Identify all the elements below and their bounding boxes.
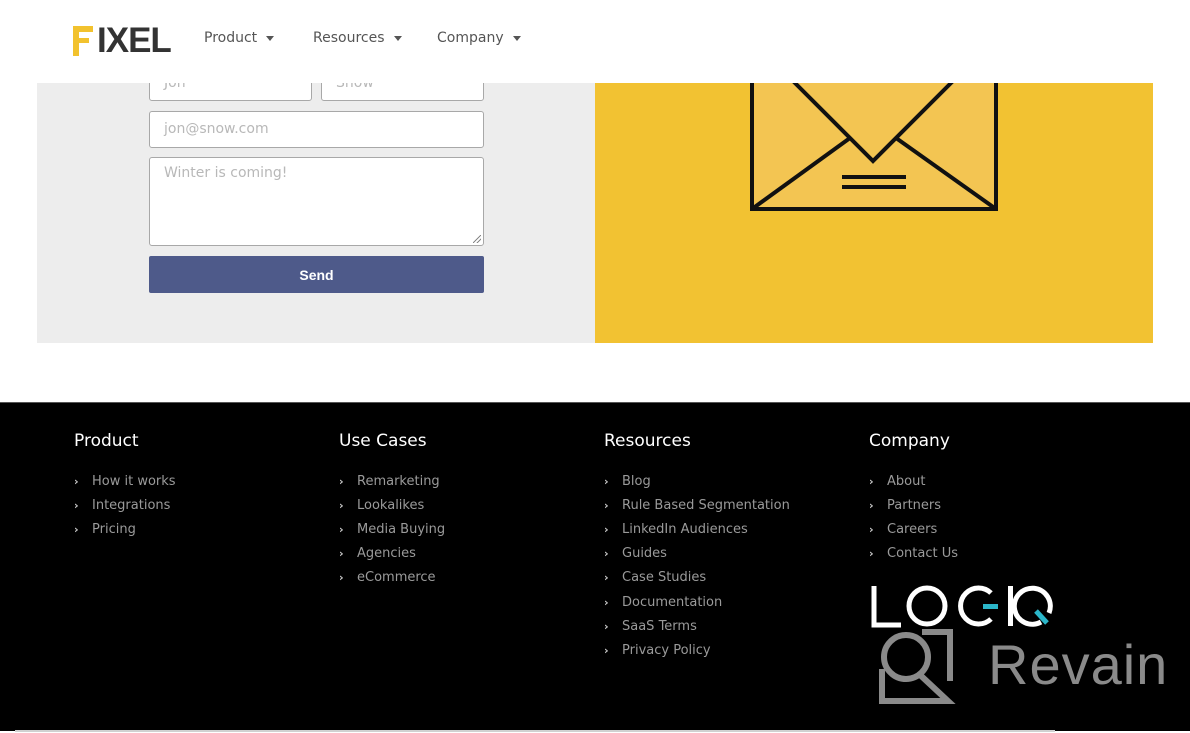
chevron-right-icon: › (604, 643, 609, 657)
logiq-logo[interactable] (871, 583, 1056, 631)
footer-link[interactable]: › Documentation (604, 590, 790, 614)
footer-link-label: Blog (622, 473, 651, 489)
footer-col-product: Product › How it works › Integrations › Pri… (74, 431, 176, 542)
caret-down-icon (512, 35, 521, 41)
email-input[interactable]: jon@snow.com (149, 111, 484, 148)
chevron-right-icon: › (339, 522, 344, 536)
footer-link-label: Lookalikes (357, 497, 425, 513)
chevron-right-icon: › (869, 498, 874, 512)
footer-link-label: Remarketing (357, 473, 440, 489)
envelope-icon (750, 73, 998, 211)
nav-resources[interactable]: Resources (313, 30, 402, 46)
revain-watermark: Revain (988, 633, 1169, 696)
footer-link-label: Agencies (357, 546, 416, 562)
chevron-right-icon: › (604, 522, 609, 536)
footer-link[interactable]: › Guides (604, 542, 790, 566)
footer-link[interactable]: › SaaS Terms (604, 614, 790, 638)
chevron-right-icon: › (339, 547, 344, 561)
contact-illustration (595, 73, 1153, 343)
footer-col-title: Resources (604, 431, 691, 451)
nav-product-label: Product (204, 30, 258, 46)
chevron-right-icon: › (869, 474, 874, 488)
footer-link-label: Pricing (92, 521, 136, 537)
footer-link[interactable]: › About (869, 469, 958, 493)
footer-link[interactable]: › Agencies (339, 542, 445, 566)
chevron-right-icon: › (604, 571, 609, 585)
footer-link-label: Contact Us (887, 546, 958, 562)
message-placeholder: Winter is coming! (164, 165, 288, 181)
footer-link[interactable]: › Remarketing (339, 469, 445, 493)
footer-link-label: Media Buying (357, 521, 446, 537)
logo-text: IXEL (97, 21, 172, 60)
fixel-logo[interactable]: IXEL (73, 21, 172, 60)
footer-link[interactable]: › Pricing (74, 517, 176, 541)
footer-link[interactable]: › Integrations (74, 493, 176, 517)
footer-link[interactable]: › Media Buying (339, 517, 445, 541)
footer-link-label: SaaS Terms (622, 618, 697, 634)
contact-form: Jon Snow jon@snow.com Winter is coming! … (37, 63, 595, 343)
footer-col-company: Company › About › Partners › Careers › Conta… (869, 431, 958, 566)
footer-col-title: Company (869, 431, 950, 451)
site-header: IXEL Product Resources Company (0, 0, 1190, 83)
chevron-right-icon: › (604, 619, 609, 633)
send-button[interactable]: Send (149, 256, 484, 293)
footer-link[interactable]: › eCommerce (339, 566, 445, 590)
chevron-right-icon: › (339, 474, 344, 488)
chevron-right-icon: › (604, 498, 609, 512)
footer-link-label: Privacy Policy (622, 642, 711, 658)
footer-link[interactable]: › Rule Based Segmentation (604, 493, 790, 517)
footer-link[interactable]: › LinkedIn Audiences (604, 517, 790, 541)
chevron-right-icon: › (74, 522, 79, 536)
footer-link[interactable]: › Blog (604, 469, 790, 493)
caret-down-icon (393, 35, 402, 41)
footer-link-label: Documentation (622, 594, 723, 610)
footer-link-label: Partners (887, 497, 942, 513)
footer-link-label: Careers (887, 521, 938, 537)
nav-product[interactable]: Product (204, 30, 275, 46)
footer-link-label: How it works (92, 473, 176, 489)
footer-link[interactable]: › Partners (869, 493, 958, 517)
footer-link[interactable]: › Contact Us (869, 542, 958, 566)
nav-company-label: Company (437, 30, 504, 46)
footer-link-label: Case Studies (622, 570, 707, 586)
chevron-right-icon: › (869, 547, 874, 561)
footer-link-label: Rule Based Segmentation (622, 497, 790, 513)
chevron-right-icon: › (604, 595, 609, 609)
footer-link[interactable]: › Privacy Policy (604, 638, 790, 662)
chevron-right-icon: › (869, 522, 874, 536)
chevron-right-icon: › (604, 547, 609, 561)
resize-grip-icon[interactable] (473, 235, 481, 243)
footer-col-resources: Resources › Blog › Rule Based Segmentation… (604, 431, 790, 663)
chevron-right-icon: › (74, 474, 79, 488)
chevron-right-icon: › (74, 498, 79, 512)
footer-link-label: Integrations (92, 497, 171, 513)
footer-col-title: Product (74, 431, 139, 451)
logo-f-pixel-icon (73, 26, 95, 56)
footer-link-label: eCommerce (357, 570, 436, 586)
chevron-right-icon: › (339, 571, 344, 585)
footer-link-label: About (887, 473, 926, 489)
nav-resources-label: Resources (313, 30, 385, 46)
chevron-right-icon: › (339, 498, 344, 512)
footer-col-use-cases: Use Cases › Remarketing › Lookalikes › Medi… (339, 431, 445, 590)
footer-link[interactable]: › How it works (74, 469, 176, 493)
message-textarea[interactable]: Winter is coming! (149, 157, 484, 246)
footer-divider (15, 730, 1055, 732)
caret-down-icon (266, 35, 275, 41)
footer-link[interactable]: › Case Studies (604, 566, 790, 590)
footer-link[interactable]: › Lookalikes (339, 493, 445, 517)
footer-link-label: LinkedIn Audiences (622, 521, 748, 537)
footer-col-title: Use Cases (339, 431, 427, 451)
revain-mark-icon (879, 629, 956, 704)
footer-link-label: Guides (622, 546, 667, 562)
site-footer: Product › How it works › Integrations › Pri… (0, 402, 1190, 731)
nav-company[interactable]: Company (437, 30, 521, 46)
footer-link[interactable]: › Careers (869, 517, 958, 541)
chevron-right-icon: › (604, 474, 609, 488)
